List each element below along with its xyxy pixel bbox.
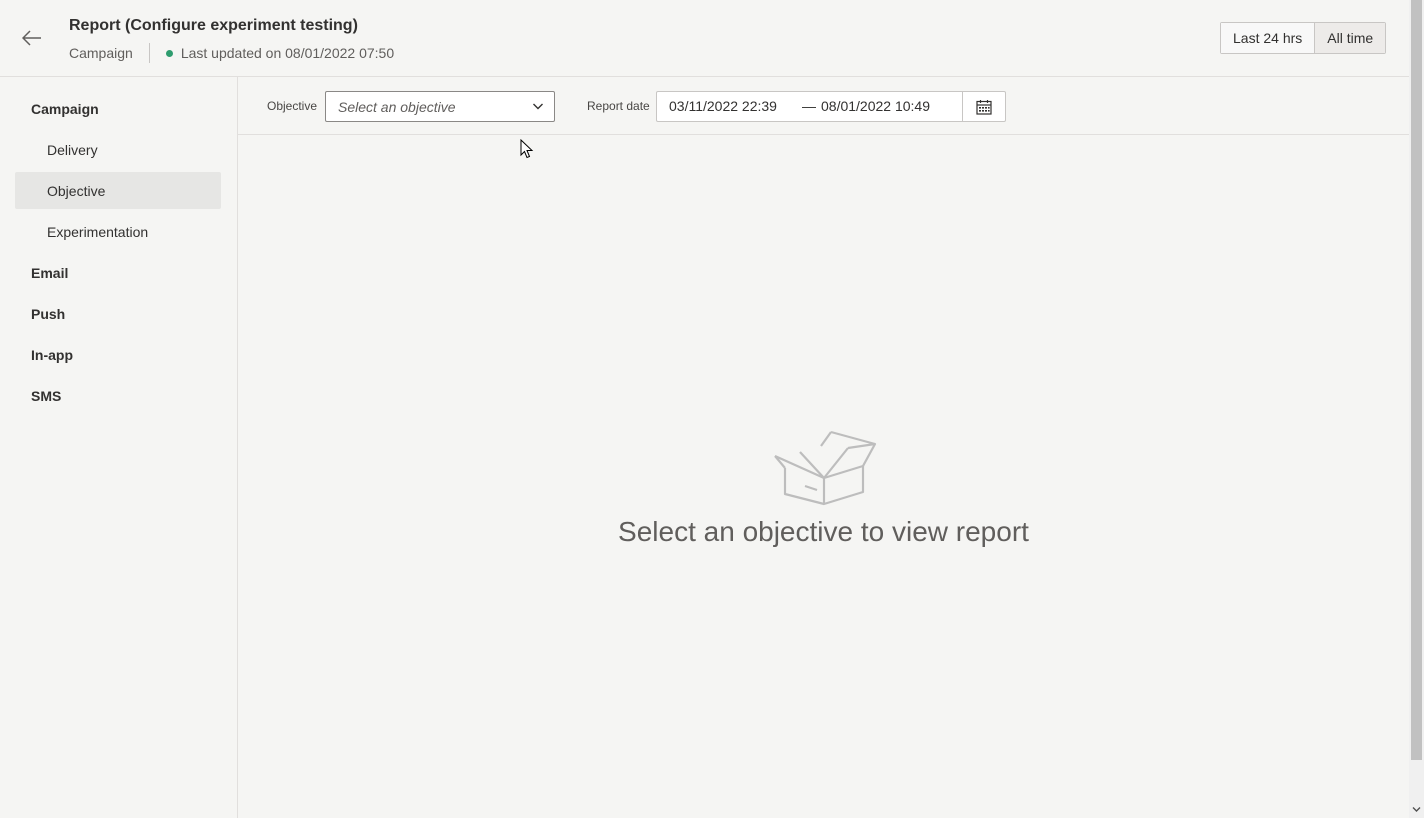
report-date-range-field[interactable]: 03/11/2022 22:39 — 08/01/2022 10:49 <box>656 91 1006 122</box>
sidebar-item-campaign[interactable]: Campaign <box>15 90 221 127</box>
page-title: Report (Configure experiment testing) <box>69 17 358 34</box>
sidebar-item-delivery[interactable]: Delivery <box>15 131 221 168</box>
sidebar-item-in-app[interactable]: In-app <box>15 336 221 373</box>
open-box-icon <box>774 430 877 506</box>
sidebar-item-objective[interactable]: Objective <box>15 172 221 209</box>
report-date-label: Report date <box>587 99 650 113</box>
sidebar-item-push[interactable]: Push <box>15 295 221 332</box>
header-subline: Campaign Last updated on 08/01/2022 07:5… <box>69 43 395 63</box>
sidebar-item-email[interactable]: Email <box>15 254 221 291</box>
empty-state-message: Select an objective to view report <box>618 516 1029 547</box>
status-dot-icon <box>165 49 173 57</box>
objective-dropdown[interactable]: Select an objective <box>325 91 555 122</box>
scrollbar-thumb[interactable] <box>1411 0 1422 760</box>
last-updated-text: Last updated on 08/01/2022 07:50 <box>180 45 395 61</box>
objective-label: Objective <box>267 99 318 113</box>
calendar-icon <box>976 99 992 115</box>
arrow-left-icon <box>22 30 41 46</box>
empty-state: Select an objective to view report <box>238 136 1409 818</box>
date-end-value: 08/01/2022 10:49 <box>821 98 930 114</box>
sidebar: Campaign Delivery Objective Experimentat… <box>0 77 238 818</box>
breadcrumb[interactable]: Campaign <box>69 45 133 61</box>
date-start-value: 03/11/2022 22:39 <box>669 98 777 114</box>
range-all-time-button[interactable]: All time <box>1314 23 1386 53</box>
sidebar-item-sms[interactable]: SMS <box>15 377 221 414</box>
date-separator: — <box>802 98 816 114</box>
time-range-toggle: Last 24 hrs All time <box>1220 22 1387 54</box>
scroll-down-arrow-icon[interactable] <box>1412 806 1421 813</box>
filter-bar: Objective Select an objective Report dat… <box>238 77 1409 135</box>
objective-placeholder: Select an objective <box>338 98 456 115</box>
back-button[interactable] <box>18 24 46 52</box>
mouse-pointer-icon <box>520 139 534 159</box>
calendar-button[interactable] <box>962 92 1005 121</box>
page-header: Report (Configure experiment testing) Ca… <box>0 0 1409 77</box>
vertical-scrollbar[interactable] <box>1409 0 1424 818</box>
sidebar-item-experimentation[interactable]: Experimentation <box>15 213 221 250</box>
divider <box>148 43 150 63</box>
chevron-down-icon <box>533 103 543 110</box>
range-last-24-hrs-button[interactable]: Last 24 hrs <box>1221 23 1315 53</box>
